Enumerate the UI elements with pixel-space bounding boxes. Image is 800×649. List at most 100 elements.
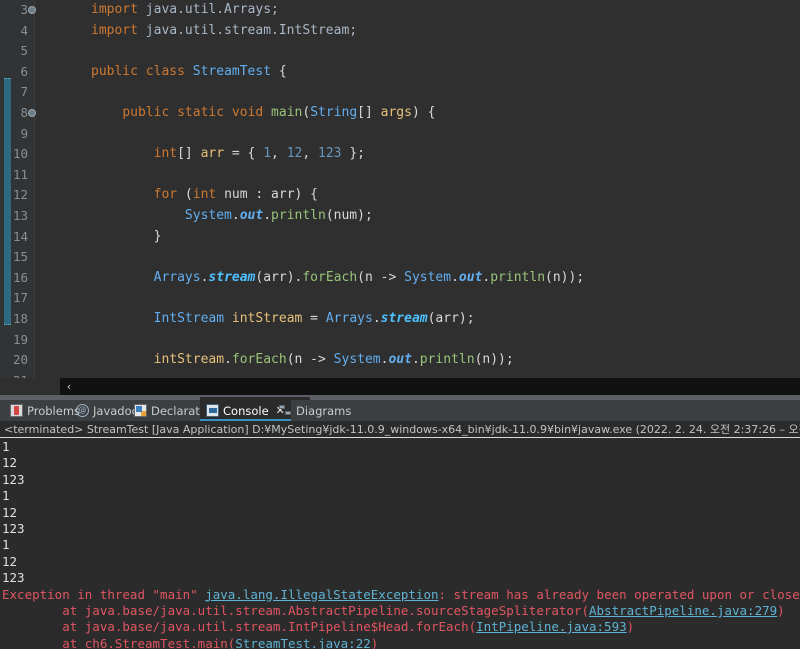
code-text: } (91, 229, 161, 244)
stack-trace-link[interactable]: java.lang.IllegalStateException (205, 587, 438, 602)
code-line[interactable]: 17 (35, 288, 800, 309)
breakpoint-marker-icon[interactable] (28, 109, 36, 117)
code-line[interactable]: 21 (35, 371, 800, 378)
code-line[interactable]: 4import java.util.stream.IntStream; (35, 21, 800, 42)
line-number: 5 (0, 41, 28, 62)
console-text: 1 (2, 488, 10, 503)
line-number: 14 (0, 227, 28, 248)
line-number: 8 (0, 103, 28, 124)
console-output-line: 12 (0, 505, 800, 521)
console-text: 12 (2, 505, 17, 520)
console-text: 1 (2, 537, 10, 552)
console-output-line: 123 (0, 570, 800, 586)
diagrams-icon (279, 404, 292, 417)
console-text: at ch6.StreamTest.main( (2, 636, 235, 649)
console-output-line: at java.base/java.util.stream.AbstractPi… (0, 603, 800, 619)
tab-diagrams[interactable]: Diagrams (273, 400, 357, 421)
console-output-line: 1 (0, 439, 800, 455)
line-number: 6 (0, 62, 28, 83)
code-line[interactable]: 11 (35, 165, 800, 186)
console-text: ) (371, 636, 379, 649)
console-output-view[interactable]: 112123112123112123Exception in thread "m… (0, 439, 800, 649)
code-text: intStream.forEach(n -> System.out.printl… (91, 352, 514, 367)
line-number: 11 (0, 165, 28, 186)
code-text: public class StreamTest { (91, 64, 287, 79)
console-output-line: 1 (0, 488, 800, 504)
console-text: 123 (2, 570, 25, 585)
code-line[interactable]: 20 intStream.forEach(n -> System.out.pri… (35, 350, 800, 371)
code-line[interactable]: 14 } (35, 227, 800, 248)
code-line[interactable]: 13 System.out.println(num); (35, 206, 800, 227)
status-line-underline (0, 437, 800, 438)
code-line[interactable]: 8 public static void main(String[] args)… (35, 103, 800, 124)
line-number: 13 (0, 206, 28, 227)
code-text: public static void main(String[] args) { (91, 105, 435, 120)
console-text: 12 (2, 554, 17, 569)
line-number: 17 (0, 288, 28, 309)
line-number: 18 (0, 309, 28, 330)
console-output-line: 123 (0, 521, 800, 537)
console-icon (206, 404, 219, 417)
stack-trace-link[interactable]: AbstractPipeline.java:279 (589, 603, 777, 618)
code-text: Arrays.stream(arr).forEach(n -> System.o… (91, 270, 584, 285)
problems-icon (10, 404, 23, 417)
line-number: 10 (0, 144, 28, 165)
eclipse-ide-window: 3import java.util.Arrays;4import java.ut… (0, 0, 800, 649)
launch-status-line: <terminated> StreamTest [Java Applicatio… (0, 421, 800, 438)
line-number: 7 (0, 82, 28, 103)
console-output-line: Exception in thread "main" java.lang.Ill… (0, 587, 800, 603)
breakpoint-marker-icon[interactable] (28, 6, 36, 14)
code-lines-container[interactable]: 3import java.util.Arrays;4import java.ut… (35, 0, 800, 378)
code-line[interactable]: 6public class StreamTest { (35, 62, 800, 83)
code-line[interactable]: 15 (35, 247, 800, 268)
code-line[interactable]: 18 IntStream intStream = Arrays.stream(a… (35, 309, 800, 330)
code-line[interactable]: 19 (35, 330, 800, 351)
code-line[interactable]: 12 for (int num : arr) { (35, 185, 800, 206)
code-text: int[] arr = { 1, 12, 123 }; (91, 146, 365, 161)
console-output-line: 123 (0, 472, 800, 488)
scroll-left-arrow-icon[interactable]: ‹ (62, 379, 76, 394)
line-number: 20 (0, 350, 28, 371)
code-text: import java.util.Arrays; (91, 2, 279, 17)
console-output-line: 12 (0, 455, 800, 471)
line-number: 9 (0, 124, 28, 145)
tab-label: Diagrams (296, 404, 351, 418)
stack-trace-link[interactable]: IntPipeline.java:593 (476, 619, 627, 634)
console-output-line: 12 (0, 554, 800, 570)
console-text: 123 (2, 472, 25, 487)
code-line[interactable]: 5 (35, 41, 800, 62)
java-source-editor[interactable]: 3import java.util.Arrays;4import java.ut… (0, 0, 800, 378)
code-text: import java.util.stream.IntStream; (91, 23, 357, 38)
code-line[interactable]: 9 (35, 124, 800, 145)
console-text: ) (777, 603, 785, 618)
code-line[interactable]: 7 (35, 82, 800, 103)
javadoc-icon: @ (76, 404, 89, 417)
console-text: 123 (2, 521, 25, 536)
line-number: 4 (0, 21, 28, 42)
console-output-line: 1 (0, 537, 800, 553)
editor-horizontal-scrollbar[interactable]: ‹ (0, 378, 800, 395)
line-number: 21 (0, 371, 28, 378)
line-number: 19 (0, 330, 28, 351)
console-text: ) (627, 619, 635, 634)
code-text: IntStream intStream = Arrays.stream(arr)… (91, 311, 475, 326)
declaration-icon (134, 404, 147, 417)
bottom-view-panel: Problems@JavadocDeclarationConsole✕Diagr… (0, 400, 800, 649)
scrollbar-gutter-cell (0, 378, 60, 395)
tab-label: Console (223, 404, 269, 418)
stack-trace-link[interactable]: StreamTest.java:22 (235, 636, 370, 649)
console-text: 12 (2, 455, 17, 470)
console-text: 1 (2, 439, 10, 454)
console-text: Exception in thread "main" (2, 587, 205, 602)
code-line[interactable]: 10 int[] arr = { 1, 12, 123 }; (35, 144, 800, 165)
line-number: 16 (0, 268, 28, 289)
console-text: at java.base/java.util.stream.AbstractPi… (2, 603, 589, 618)
line-number: 12 (0, 185, 28, 206)
code-line[interactable]: 16 Arrays.stream(arr).forEach(n -> Syste… (35, 268, 800, 289)
console-text: : stream has already been operated upon … (439, 587, 800, 602)
view-tab-bar[interactable]: Problems@JavadocDeclarationConsole✕Diagr… (0, 400, 800, 421)
line-number: 15 (0, 247, 28, 268)
code-text: for (int num : arr) { (91, 187, 318, 202)
console-output-line: at java.base/java.util.stream.IntPipelin… (0, 619, 800, 635)
code-line[interactable]: 3import java.util.Arrays; (35, 0, 800, 21)
